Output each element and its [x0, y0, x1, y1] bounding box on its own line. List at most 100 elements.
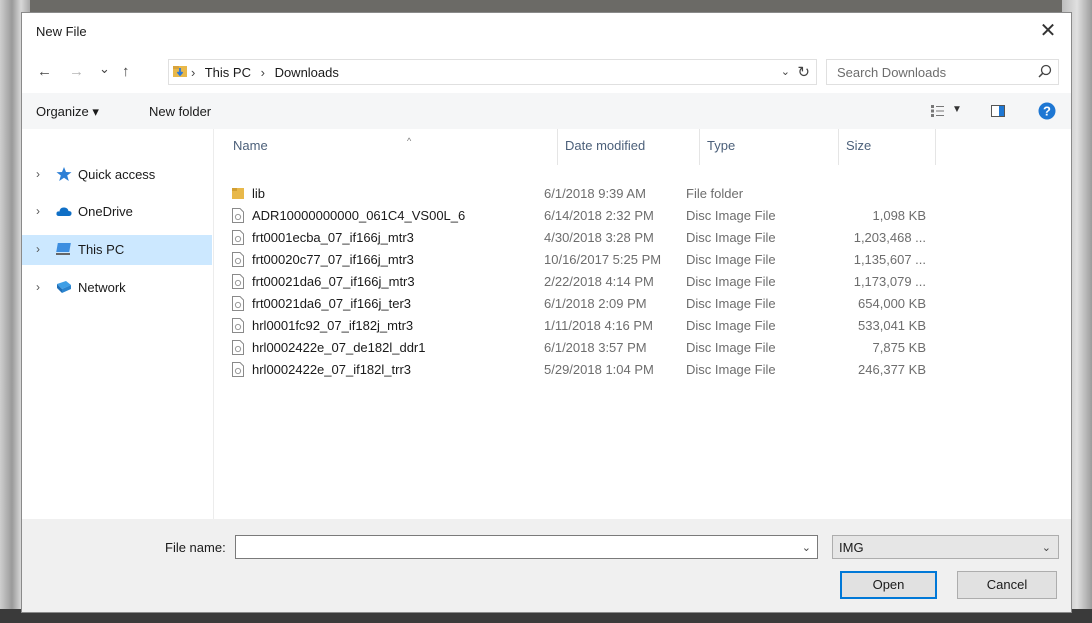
file-size: 1,098 KB: [872, 208, 927, 223]
file-type: Disc Image File: [686, 340, 776, 355]
file-name: hrl0001fc92_07_if182j_mtr3: [252, 318, 414, 333]
breadcrumb: › This PC › Downloads: [191, 65, 345, 80]
sidebar-item-network[interactable]: › Network: [22, 273, 212, 303]
file-size: 246,377 KB: [858, 362, 926, 377]
sidebar-item-label: OneDrive: [78, 204, 133, 219]
expand-chevron-icon[interactable]: ›: [36, 242, 40, 256]
column-divider[interactable]: [557, 129, 558, 165]
list-item[interactable]: ADR10000000000_061C4_VS00L_6 6/14/2018 2…: [228, 205, 926, 227]
search-box[interactable]: Search Downloads: [826, 59, 1059, 85]
list-item[interactable]: lib 6/1/2018 9:39 AM File folder: [228, 183, 908, 205]
file-type: Disc Image File: [686, 296, 776, 311]
file-name: frt00021da6_07_if166j_ter3: [252, 296, 412, 311]
file-name: frt0001ecba_07_if166j_mtr3: [252, 230, 414, 245]
navigation-bar: ← → ⌄ ↑ › This PC › Downloads ⌄ ↻ Search…: [22, 49, 1071, 93]
pc-icon: [56, 243, 71, 255]
sort-ascending-icon: ^: [407, 136, 412, 146]
file-icon: [232, 252, 244, 267]
column-header-size[interactable]: Size: [846, 138, 871, 168]
search-icon[interactable]: [1038, 64, 1052, 78]
breadcrumb-separator-icon[interactable]: ›: [191, 65, 195, 80]
file-date: 5/29/2018 1:04 PM: [544, 362, 654, 377]
new-file-dialog: New File ✕ ← → ⌄ ↑ › This PC › Downloads…: [21, 12, 1072, 613]
recent-locations-icon[interactable]: ⌄: [99, 61, 110, 77]
file-date: 2/22/2018 4:14 PM: [544, 274, 654, 289]
title-bar[interactable]: New File ✕: [22, 13, 1071, 49]
column-divider[interactable]: [699, 129, 700, 165]
list-item[interactable]: hrl0002422e_07_if182l_trr3 5/29/2018 1:0…: [228, 359, 926, 381]
file-name: frt00021da6_07_if166j_mtr3: [252, 274, 415, 289]
list-item[interactable]: frt00021da6_07_if166j_mtr3 2/22/2018 4:1…: [228, 271, 926, 293]
list-item[interactable]: frt00021da6_07_if166j_ter3 6/1/2018 2:09…: [228, 293, 926, 315]
column-header-label: Name: [233, 138, 268, 153]
file-date: 10/16/2017 5:25 PM: [544, 252, 662, 267]
chevron-down-icon[interactable]: ⌄: [802, 541, 811, 554]
file-icon: [232, 340, 244, 355]
expand-chevron-icon[interactable]: ›: [36, 280, 40, 294]
file-type: Disc Image File: [686, 252, 776, 267]
view-dropdown-icon[interactable]: ▼: [952, 104, 962, 115]
file-icon: [232, 318, 244, 333]
view-options-icon[interactable]: [931, 105, 944, 117]
file-type: Disc Image File: [686, 208, 776, 223]
dialog-footer: File name: ⌄ IMG ⌄ Open Cancel: [22, 519, 1071, 612]
file-type-select[interactable]: IMG ⌄: [832, 535, 1059, 559]
up-arrow-icon[interactable]: ↑: [122, 63, 130, 80]
command-toolbar: Organize ▾ New folder ▼ ?: [22, 93, 1071, 129]
column-header-date[interactable]: Date modified: [565, 138, 645, 168]
sidebar-item-label: This PC: [78, 242, 125, 257]
sidebar-item-quick-access[interactable]: › Quick access: [22, 160, 212, 190]
file-name-field[interactable]: ⌄: [235, 535, 818, 559]
address-dropdown-icon[interactable]: ⌄: [781, 65, 790, 78]
file-icon: [232, 274, 244, 289]
open-button[interactable]: Open: [840, 571, 937, 599]
back-arrow-icon[interactable]: ←: [37, 63, 52, 80]
close-icon[interactable]: ✕: [1025, 13, 1071, 49]
column-header-name[interactable]: Name ^: [233, 136, 411, 168]
dialog-title: New File: [36, 24, 87, 39]
file-name: frt00020c77_07_if166j_mtr3: [252, 252, 414, 267]
list-item[interactable]: hrl0001fc92_07_if182j_mtr3 1/11/2018 4:1…: [228, 315, 926, 337]
navigation-pane: › Quick access › OneDrive › This PC › Ne…: [22, 129, 214, 519]
column-divider[interactable]: [935, 129, 936, 165]
sidebar-item-onedrive[interactable]: › OneDrive: [22, 197, 212, 227]
file-name: hrl0002422e_07_if182l_trr3: [252, 362, 412, 377]
star-icon: [56, 167, 72, 181]
file-date: 6/14/2018 2:32 PM: [544, 208, 654, 223]
help-icon[interactable]: ?: [1038, 102, 1056, 120]
file-size: 654,000 KB: [858, 296, 926, 311]
file-icon: [232, 362, 244, 377]
column-header-type[interactable]: Type: [707, 138, 735, 168]
preview-pane-icon[interactable]: [991, 105, 1005, 117]
downloads-folder-icon: [173, 66, 187, 77]
file-name: lib: [252, 186, 266, 201]
list-item[interactable]: frt00020c77_07_if166j_mtr3 10/16/2017 5:…: [228, 249, 926, 271]
breadcrumb-separator-icon[interactable]: ›: [261, 65, 265, 80]
organize-menu[interactable]: Organize ▾: [36, 104, 99, 120]
list-item[interactable]: frt0001ecba_07_if166j_mtr3 4/30/2018 3:2…: [228, 227, 926, 249]
chevron-down-icon[interactable]: ⌄: [1042, 541, 1051, 554]
file-size: 1,173,079 ...: [853, 274, 926, 289]
cloud-icon: [56, 207, 72, 216]
expand-chevron-icon[interactable]: ›: [36, 204, 40, 218]
forward-arrow-icon[interactable]: →: [69, 63, 84, 80]
refresh-icon[interactable]: ↻: [797, 63, 810, 81]
new-folder-button[interactable]: New folder: [149, 104, 211, 119]
search-input[interactable]: Search Downloads: [837, 65, 946, 80]
breadcrumb-this-pc[interactable]: This PC: [205, 65, 251, 80]
expand-chevron-icon[interactable]: ›: [36, 167, 40, 181]
svg-text:?: ?: [1043, 104, 1051, 119]
network-icon: [57, 281, 71, 293]
file-icon: [232, 296, 244, 311]
file-size: 7,875 KB: [872, 340, 927, 355]
file-name: ADR10000000000_061C4_VS00L_6: [252, 208, 466, 223]
sidebar-item-label: Quick access: [78, 167, 156, 182]
address-bar[interactable]: › This PC › Downloads ⌄ ↻: [168, 59, 817, 85]
breadcrumb-downloads[interactable]: Downloads: [275, 65, 339, 80]
list-item[interactable]: hrl0002422e_07_de182l_ddr1 6/1/2018 3:57…: [228, 337, 926, 359]
cancel-button[interactable]: Cancel: [957, 571, 1057, 599]
sidebar-item-this-pc[interactable]: › This PC: [22, 235, 212, 265]
file-size: 1,203,468 ...: [853, 230, 926, 245]
file-type: Disc Image File: [686, 230, 776, 245]
column-divider[interactable]: [838, 129, 839, 165]
